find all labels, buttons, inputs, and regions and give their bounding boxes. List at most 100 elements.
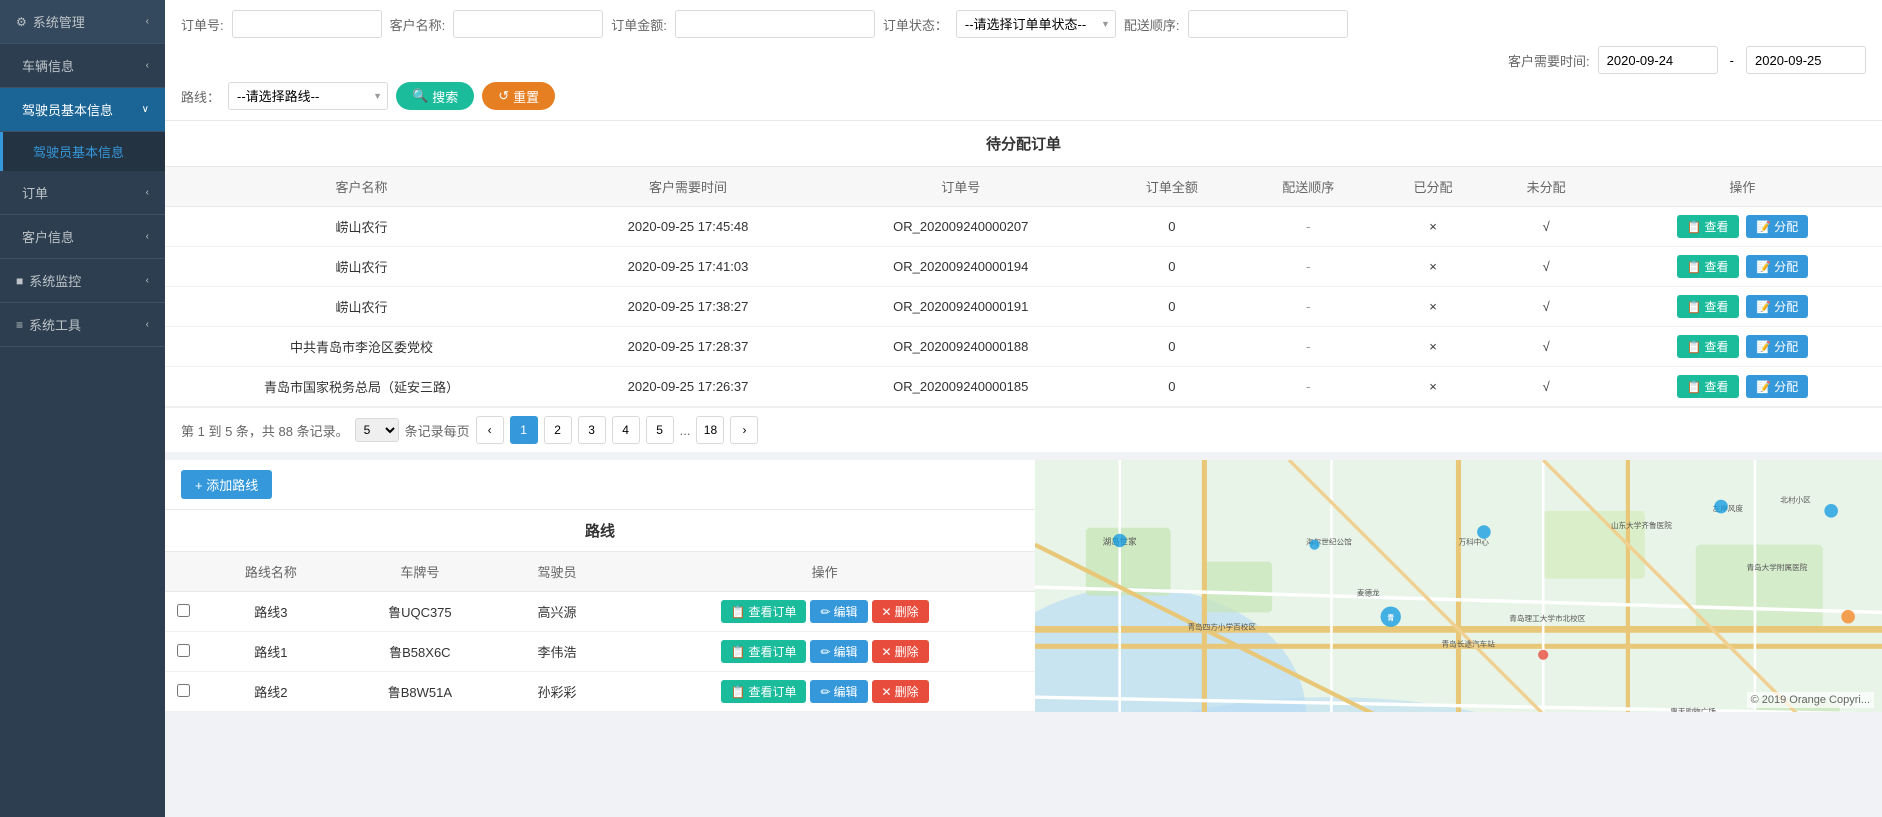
delete-route-button[interactable]: ✕ 删除 bbox=[872, 640, 929, 663]
cell-order-no: OR_202009240000207 bbox=[818, 207, 1104, 247]
cell-checkbox[interactable] bbox=[165, 632, 202, 672]
assign-order-button[interactable]: 📝 分配 bbox=[1746, 215, 1808, 238]
order-status-select[interactable]: --请选择订单单状态-- bbox=[956, 10, 1116, 38]
filter-row-1: 订单号: 客户名称: 订单金额: 订单状态： --请选择订单单状态-- 配送顺序… bbox=[181, 10, 1866, 38]
col-header-assigned: 已分配 bbox=[1377, 167, 1490, 207]
next-page-btn[interactable]: › bbox=[730, 416, 758, 444]
sidebar-item-driver-basic[interactable]: 驾驶员基本信息 ∨ bbox=[0, 88, 165, 132]
prev-page-btn[interactable]: ‹ bbox=[476, 416, 504, 444]
view-order-button[interactable]: 📋 查看 bbox=[1677, 295, 1739, 318]
page-btn-4[interactable]: 4 bbox=[612, 416, 640, 444]
page-btn-5[interactable]: 5 bbox=[646, 416, 674, 444]
assign-order-button[interactable]: 📝 分配 bbox=[1746, 375, 1808, 398]
assign-order-button[interactable]: 📝 分配 bbox=[1746, 295, 1808, 318]
sidebar-tools-label: 系统工具 bbox=[29, 315, 146, 334]
chevron-icon-4: ‹ bbox=[146, 187, 149, 198]
sidebar-item-system-mgmt[interactable]: ⚙ 系统管理 ‹ bbox=[0, 0, 165, 44]
assign-icon: 📝 bbox=[1756, 220, 1771, 234]
assign-order-button[interactable]: 📝 分配 bbox=[1746, 335, 1808, 358]
delete-icon: ✕ bbox=[882, 605, 892, 619]
table-row: 青岛市国家税务总局（延安三路） 2020-09-25 17:26:37 OR_2… bbox=[165, 367, 1882, 407]
col-header-amount: 订单全额 bbox=[1104, 167, 1240, 207]
route-label: 路线： bbox=[181, 87, 220, 106]
cell-route-name: 路线2 bbox=[202, 672, 340, 712]
view-orders-icon: 📋 bbox=[731, 685, 746, 699]
view-orders-button[interactable]: 📋 查看订单 bbox=[721, 680, 807, 703]
row-checkbox[interactable] bbox=[177, 604, 190, 617]
row-checkbox[interactable] bbox=[177, 644, 190, 657]
cell-assigned: × bbox=[1377, 247, 1490, 287]
delete-route-button[interactable]: ✕ 删除 bbox=[872, 680, 929, 703]
cell-amount: 0 bbox=[1104, 367, 1240, 407]
cell-delivery-order: - bbox=[1240, 287, 1376, 327]
page-btn-1[interactable]: 1 bbox=[510, 416, 538, 444]
order-status-select-wrap: --请选择订单单状态-- bbox=[956, 10, 1116, 38]
chevron-icon: ‹ bbox=[146, 16, 149, 27]
view-orders-button[interactable]: 📋 查看订单 bbox=[721, 640, 807, 663]
view-orders-button[interactable]: 📋 查看订单 bbox=[721, 600, 807, 623]
sidebar-item-customer-info[interactable]: 客户信息 ‹ bbox=[0, 215, 165, 259]
order-no-input[interactable] bbox=[232, 10, 382, 38]
chevron-icon-7: ‹ bbox=[146, 319, 149, 330]
cell-delivery-order: - bbox=[1240, 367, 1376, 407]
customer-name-label: 客户名称: bbox=[390, 15, 446, 34]
customer-name-input[interactable] bbox=[453, 10, 603, 38]
reset-button[interactable]: ↺ 重置 bbox=[482, 82, 555, 110]
col-header-time: 客户需要时间 bbox=[558, 167, 818, 207]
view-order-button[interactable]: 📋 查看 bbox=[1677, 255, 1739, 278]
view-order-button[interactable]: 📋 查看 bbox=[1677, 375, 1739, 398]
page-btn-2[interactable]: 2 bbox=[544, 416, 572, 444]
sidebar-item-order[interactable]: 订单 ‹ bbox=[0, 171, 165, 215]
assign-order-button[interactable]: 📝 分配 bbox=[1746, 255, 1808, 278]
cell-amount: 0 bbox=[1104, 287, 1240, 327]
page-btn-3[interactable]: 3 bbox=[578, 416, 606, 444]
cell-unassigned: √ bbox=[1490, 207, 1603, 247]
row-checkbox[interactable] bbox=[177, 684, 190, 697]
table-row: 路线2 鲁B8W51A 孙彩彩 📋 查看订单 ✏ 编辑 ✕ 删除 bbox=[165, 672, 1035, 712]
edit-route-button[interactable]: ✏ 编辑 bbox=[810, 600, 867, 623]
view-order-button[interactable]: 📋 查看 bbox=[1677, 335, 1739, 358]
route-select-wrap: --请选择路线--路线3路线1路线2 bbox=[228, 82, 388, 110]
add-route-button[interactable]: + 添加路线 bbox=[181, 470, 272, 499]
sidebar-sub-driver-basic[interactable]: 驾驶员基本信息 bbox=[0, 132, 165, 171]
order-amount-input[interactable] bbox=[675, 10, 875, 38]
route-actions-group: 📋 查看订单 ✏ 编辑 ✕ 删除 bbox=[626, 680, 1023, 703]
edit-btn-label: 编辑 bbox=[834, 603, 858, 620]
view-btn-label: 查看 bbox=[1705, 378, 1729, 395]
edit-route-button[interactable]: ✏ 编辑 bbox=[810, 640, 867, 663]
delivery-order-input[interactable] bbox=[1188, 10, 1348, 38]
assign-btn-label: 分配 bbox=[1774, 338, 1798, 355]
edit-route-button[interactable]: ✏ 编辑 bbox=[810, 680, 867, 703]
cell-delivery-order: - bbox=[1240, 207, 1376, 247]
view-orders-icon: 📋 bbox=[731, 645, 746, 659]
view-icon: 📋 bbox=[1687, 260, 1702, 274]
route-select[interactable]: --请选择路线--路线3路线1路线2 bbox=[228, 82, 388, 110]
cell-actions: 📋 查看 📝 分配 bbox=[1603, 327, 1882, 367]
delete-route-button[interactable]: ✕ 删除 bbox=[872, 600, 929, 623]
cell-unassigned: √ bbox=[1490, 327, 1603, 367]
sidebar-item-system-monitor[interactable]: ■ 系统监控 ‹ bbox=[0, 259, 165, 303]
date-end-input[interactable] bbox=[1746, 46, 1866, 74]
date-start-input[interactable] bbox=[1598, 46, 1718, 74]
view-order-button[interactable]: 📋 查看 bbox=[1677, 215, 1739, 238]
cell-driver: 高兴源 bbox=[500, 592, 614, 632]
table-row: 崂山农行 2020-09-25 17:45:48 OR_202009240000… bbox=[165, 207, 1882, 247]
cell-driver: 孙彩彩 bbox=[500, 672, 614, 712]
content-area: 待分配订单 客户名称 客户需要时间 订单号 订单全额 配送顺序 已分配 未分配 … bbox=[165, 121, 1882, 817]
svg-text:青岛长途汽车站: 青岛长途汽车站 bbox=[1442, 638, 1496, 648]
sidebar-item-system-tools[interactable]: ≡ 系统工具 ‹ bbox=[0, 303, 165, 347]
svg-text:青岛理工大学市北校区: 青岛理工大学市北校区 bbox=[1509, 613, 1585, 623]
orders-title: 待分配订单 bbox=[165, 121, 1882, 167]
svg-text:惠天购物广场: 惠天购物广场 bbox=[1670, 706, 1716, 712]
cell-order-no: OR_202009240000188 bbox=[818, 327, 1104, 367]
table-row: 路线3 鲁UQC375 高兴源 📋 查看订单 ✏ 编辑 ✕ 删除 bbox=[165, 592, 1035, 632]
sidebar-item-vehicle-info[interactable]: 车辆信息 ‹ bbox=[0, 44, 165, 88]
search-button[interactable]: 🔍 搜索 bbox=[396, 82, 474, 110]
routes-title: 路线 bbox=[165, 510, 1035, 552]
cell-plate-no: 鲁UQC375 bbox=[340, 592, 500, 632]
page-btn-18[interactable]: 18 bbox=[696, 416, 724, 444]
cell-time: 2020-09-25 17:38:27 bbox=[558, 287, 818, 327]
page-size-select[interactable]: 5 10 20 bbox=[355, 418, 399, 442]
cell-checkbox[interactable] bbox=[165, 672, 202, 712]
cell-checkbox[interactable] bbox=[165, 592, 202, 632]
